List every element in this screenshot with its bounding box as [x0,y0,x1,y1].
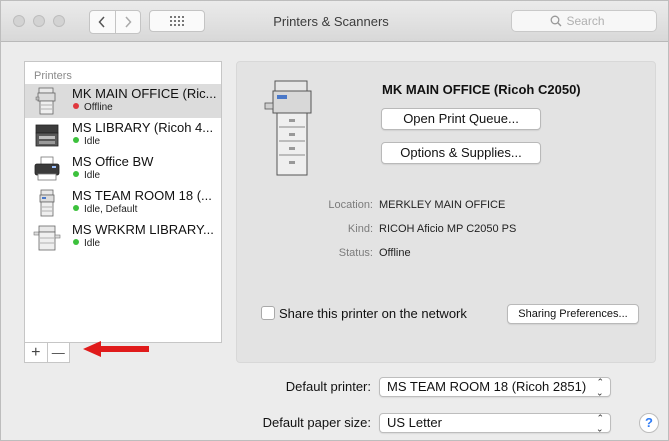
zoom-window-button[interactable] [53,15,65,27]
show-all-button[interactable] [149,10,205,32]
printer-item-ms-team-room-18[interactable]: MS TEAM ROOM 18 (... Idle, Default [25,186,221,220]
printer-copier-wide-icon [33,225,61,251]
status-dot-idle [73,171,79,177]
printer-item-mk-main-office[interactable]: MK MAIN OFFICE (Ric... Offline [25,84,221,118]
back-button[interactable] [90,11,115,33]
printers-list: Printers MK MAIN OFFICE (Ric... Offline … [24,61,222,343]
printer-name: MS WRKRM LIBRARY... [72,222,214,237]
printer-status: Offline [73,102,113,113]
printer-name: MK MAIN OFFICE (Ric... [72,86,217,101]
printer-detail-title: MK MAIN OFFICE (Ricoh C2050) [382,82,581,97]
status-dot-idle [73,205,79,211]
forward-button[interactable] [114,11,141,33]
options-supplies-button[interactable]: Options & Supplies... [381,142,541,164]
printer-name: MS Office BW [72,154,154,169]
printer-inkjet-icon [34,156,60,181]
chevron-left-icon [98,16,105,28]
chevron-right-icon [125,16,132,28]
status-dot-offline [73,103,79,109]
open-print-queue-button[interactable]: Open Print Queue... [381,108,541,130]
printer-name: MS TEAM ROOM 18 (... [72,188,212,203]
printer-name: MS LIBRARY (Ricoh 4... [72,120,214,135]
status-label: Status: [338,247,373,259]
printer-laser-icon [35,124,59,147]
remove-printer-button[interactable]: — [46,343,70,362]
kind-value: RICOH Aficio MP C2050 PS [379,223,517,235]
printer-item-ms-wrkrm-library[interactable]: MS WRKRM LIBRARY... Idle [25,220,221,254]
printer-status: Idle [73,136,100,147]
printer-status: Idle [73,238,100,249]
printers-list-header: Printers [34,70,72,82]
search-icon [550,15,561,27]
default-printer-label: Default printer: [285,379,371,394]
printer-item-ms-library[interactable]: MS LIBRARY (Ricoh 4... Idle [25,118,221,152]
default-paper-size-value: US Letter [387,415,442,430]
titlebar: Printers & Scanners [1,1,668,42]
printer-copier-icon [39,189,55,217]
red-arrow-annotation-icon [83,341,149,357]
location-label: Location: [328,199,373,211]
printer-item-ms-office-bw[interactable]: MS Office BW Idle [25,152,221,186]
share-printer-label[interactable]: Share this printer on the network [279,306,467,321]
grid-icon [170,16,184,26]
status-dot-idle [73,239,79,245]
default-paper-size-popup[interactable]: US Letter ⌃ ⌃ [379,413,611,433]
printer-copier-icon [35,87,56,115]
search-input[interactable] [566,14,619,28]
location-value: MERKLEY MAIN OFFICE [379,199,506,211]
printer-copier-large-icon [264,80,312,176]
add-printer-button[interactable]: + [25,343,47,362]
add-remove-controls: + — [24,343,70,363]
default-printer-popup[interactable]: MS TEAM ROOM 18 (Ricoh 2851) ⌃ ⌃ [379,377,611,397]
up-down-chevron-icon: ⌃ ⌃ [596,377,604,398]
kind-label: Kind: [347,223,373,235]
help-button[interactable]: ? [639,413,659,433]
printers-scanners-window: Printers & Scanners Printers MK MAIN OFF… [0,0,669,441]
sharing-preferences-button[interactable]: Sharing Preferences... [507,304,639,324]
window-title: Printers & Scanners [273,14,389,29]
navigation-buttons [89,10,141,34]
search-field[interactable] [511,10,657,32]
share-printer-checkbox[interactable] [261,306,275,320]
default-paper-size-label: Default paper size: [262,415,371,430]
status-dot-idle [73,137,79,143]
close-window-button[interactable] [13,15,25,27]
minimize-window-button[interactable] [33,15,45,27]
up-down-chevron-icon: ⌃ ⌃ [596,413,604,434]
printer-status: Idle [73,170,100,181]
printer-status: Idle, Default [73,204,137,215]
default-printer-value: MS TEAM ROOM 18 (Ricoh 2851) [387,379,587,394]
status-value: Offline [379,247,411,259]
